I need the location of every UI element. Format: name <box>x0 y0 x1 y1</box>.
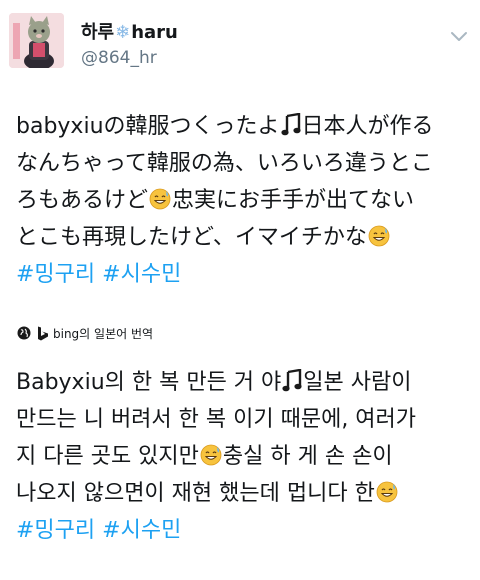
translation-attribution[interactable]: bing의 일본어 번역 <box>17 324 153 342</box>
snowflake-icon: ❄ <box>115 22 131 43</box>
tweet-line: ろもあるけど 忠実にお手手が出てない <box>16 182 476 219</box>
translated-text-span: 지 다른 곳도 있지만 <box>16 444 199 469</box>
globe-icon <box>17 326 31 340</box>
hashtag-link[interactable]: #밍구리 <box>16 262 95 287</box>
sweat-smile-emoji-icon <box>149 188 171 210</box>
music-note-icon <box>282 369 302 392</box>
tweet-line: なんちゃって韓服の為、いろいろ違うとこ <box>16 151 433 176</box>
music-note-icon <box>280 113 301 136</box>
translated-line: 만드는 니 버려서 한 복 이기 때문에, 여러가 <box>16 407 417 432</box>
author-names: 하루❄haru @864_hr <box>81 22 178 69</box>
translated-text-span: 나오지 않으면이 재현 했는데 멉니다 한 <box>16 481 375 506</box>
hashtag-link[interactable]: #시수민 <box>102 262 181 287</box>
translated-text-span: 충실 하 게 손 손이 <box>222 444 393 469</box>
tweet-header: 하루❄haru @864_hr <box>0 0 480 86</box>
tweet-text-span: 忠実にお手手が出てない <box>172 188 415 213</box>
tweet-text-span: とこも再現したけど、イマイチかな <box>16 225 367 250</box>
display-name-hangul: 하루 <box>81 22 115 43</box>
tweet-hashtags: #밍구리 #시수민 <box>16 256 476 293</box>
bing-logo-icon <box>38 326 48 340</box>
translation-label: bing의 일본어 번역 <box>53 326 154 341</box>
tweet-line: babyxiuの韓服つくったよ 日本人が作る <box>16 108 476 145</box>
tweet-line: とこも再現したけど、イマイチかな <box>16 219 476 256</box>
translated-line: 지 다른 곳도 있지만 충실 하 게 손 손이 <box>16 438 476 475</box>
sweat-smile-emoji-icon <box>200 444 222 466</box>
tweet-text: babyxiuの韓服つくったよ 日本人が作る なんちゃって韓服の為、いろいろ違うと… <box>16 108 476 293</box>
hashtag-link[interactable]: #시수민 <box>102 518 181 543</box>
translated-text-span: Babyxiu의 한 복 만든 거 야 <box>16 370 282 395</box>
tweet-text-span: 日本人が作る <box>301 114 434 139</box>
avatar[interactable] <box>9 13 64 68</box>
author-handle[interactable]: @864_hr <box>81 47 178 69</box>
translated-hashtags: #밍구리 #시수민 <box>16 512 476 549</box>
translated-text-span: 일본 사람이 <box>303 370 412 395</box>
tweet-text-span: ろもあるけど <box>16 188 149 213</box>
hashtag-link[interactable]: #밍구리 <box>16 518 95 543</box>
sweat-smile-emoji-icon <box>368 225 390 247</box>
chevron-down-icon[interactable] <box>450 30 468 44</box>
display-name-latin: haru <box>131 22 178 43</box>
sweat-smile-emoji-icon <box>376 481 398 503</box>
tweet-text-span: babyxiuの韓服つくったよ <box>16 114 280 139</box>
author-display-name[interactable]: 하루❄haru <box>81 22 178 44</box>
translated-text: Babyxiu의 한 복 만든 거 야 일본 사람이 만드는 니 버려서 한 복 … <box>16 364 476 549</box>
translated-line: Babyxiu의 한 복 만든 거 야 일본 사람이 <box>16 364 476 401</box>
translated-line: 나오지 않으면이 재현 했는데 멉니다 한 <box>16 475 476 512</box>
